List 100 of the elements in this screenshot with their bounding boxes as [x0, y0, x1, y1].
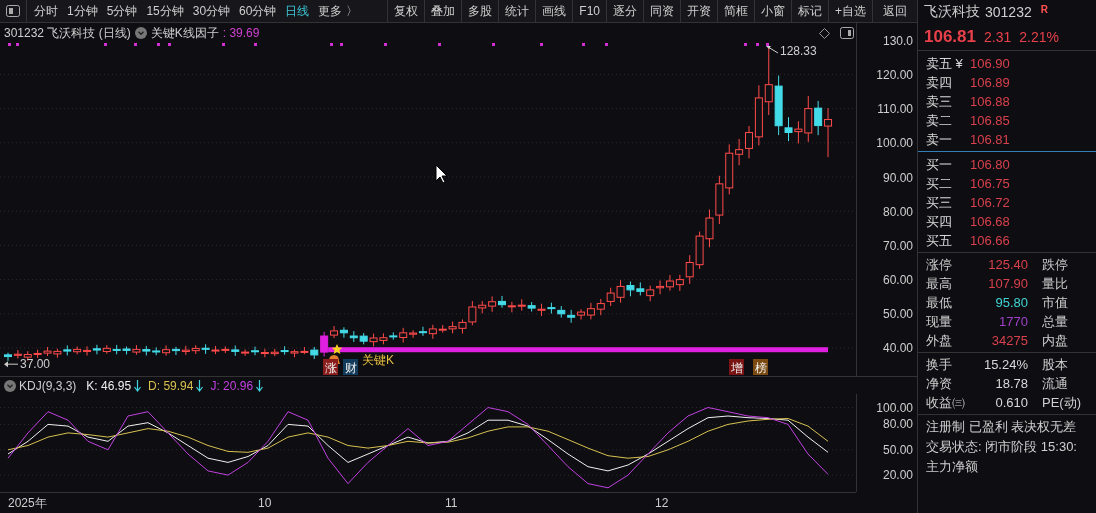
market-label: R — [1040, 3, 1048, 15]
period-tab[interactable]: 分时 — [34, 2, 58, 20]
period-tab[interactable]: 1分钟 — [67, 2, 98, 20]
stat-label: 股本 — [1041, 355, 1069, 374]
candlestick — [270, 348, 279, 357]
stat-value: 95.80 — [994, 295, 1028, 310]
indicator-name: 关键K线因子 — [150, 24, 219, 42]
candlestick — [112, 344, 121, 355]
toolbar-button[interactable]: 画线 — [535, 0, 573, 22]
kdj-value: J: 20.96 — [210, 378, 254, 393]
period-tab[interactable]: 日线 — [285, 2, 310, 20]
panel-icon[interactable] — [840, 27, 854, 39]
kdj-axis-label: 50.00 — [882, 441, 913, 458]
order-label: 买一 — [926, 155, 953, 174]
candlestick — [92, 344, 101, 355]
candlestick — [448, 321, 457, 334]
period-tab[interactable]: 5分钟 — [106, 2, 138, 20]
candlestick — [290, 348, 299, 358]
period-tab[interactable]: 15分钟 — [146, 2, 184, 20]
candlestick — [241, 348, 250, 357]
candlestick — [191, 344, 200, 355]
order-price: 106.66 — [970, 233, 1011, 248]
stat-label: 涨停 — [926, 255, 953, 274]
toolbar-button[interactable]: 叠加 — [424, 0, 462, 22]
candlestick — [577, 308, 586, 321]
toolbar-button[interactable]: 开资 — [680, 0, 717, 22]
candlestick — [369, 333, 378, 347]
diamond-icon[interactable] — [819, 27, 830, 39]
price-change-percent: 2.21% — [1019, 29, 1059, 45]
candlestick — [705, 208, 714, 248]
period-tab[interactable]: 30分钟 — [192, 2, 231, 20]
toolbar-button[interactable]: 返回 — [872, 0, 917, 22]
order-label: 卖三 — [926, 92, 953, 111]
signal-tag: 财 — [343, 359, 358, 375]
candlestick — [201, 343, 210, 355]
stat-label: PE(动) — [1041, 393, 1080, 412]
toolbar-button[interactable]: F10 — [572, 0, 606, 22]
order-price: 106.80 — [970, 157, 1011, 172]
candlestick — [211, 345, 220, 355]
kdj-value: K: 46.95 — [86, 378, 132, 393]
stock-name: 飞沃科技 — [924, 3, 980, 21]
candlestick — [636, 281, 645, 296]
toolbar-button[interactable]: 标记 — [791, 0, 828, 22]
stat-value: 107.90 — [987, 276, 1028, 291]
candlestick — [656, 279, 665, 295]
toolbar-button[interactable]: +自选 — [828, 0, 872, 22]
time-axis-label: 11 — [445, 496, 458, 510]
candlestick — [507, 301, 516, 313]
stat-value: 15.24% — [982, 357, 1028, 372]
toolbar-button[interactable]: 复权 — [387, 0, 425, 22]
toolbar-button[interactable]: 同资 — [643, 0, 680, 22]
stat-label: 收益㈢ — [926, 393, 966, 412]
chevron-icon[interactable] — [134, 27, 147, 39]
stat-label: 外盘 — [926, 331, 953, 350]
order-price: 106.72 — [970, 195, 1011, 210]
status-note: 注册制 已盈利 表决权无差 — [926, 418, 1078, 436]
order-label: 卖四 — [926, 73, 953, 92]
order-label: 买二 — [926, 174, 953, 193]
toolbar-button[interactable]: 统计 — [498, 0, 536, 22]
last-price: 106.81 — [924, 27, 976, 47]
stat-label: 跌停 — [1041, 255, 1069, 274]
candlestick — [181, 345, 190, 356]
time-axis-label: 10 — [258, 496, 272, 510]
kdj-axis-label: 100.00 — [876, 399, 913, 416]
candlestick — [280, 345, 289, 356]
star-icon — [331, 344, 343, 354]
candlestick — [488, 295, 497, 313]
price-axis-label: 40.00 — [881, 340, 914, 358]
candlestick — [162, 344, 171, 357]
toolbar-button[interactable]: 多股 — [461, 0, 499, 22]
period-tab[interactable]: 更多 〉 — [318, 2, 358, 20]
time-axis-label: 2025年 — [8, 496, 47, 510]
candlestick — [606, 287, 615, 307]
candlestick — [586, 302, 595, 320]
stat-label: 净资 — [926, 374, 953, 393]
toolbar-button[interactable]: 逐分 — [606, 0, 643, 22]
leader-line — [766, 46, 779, 54]
candlestick — [122, 346, 131, 355]
candlestick — [517, 298, 526, 312]
stat-label: 现量 — [926, 312, 953, 331]
price-axis-label: 100.00 — [875, 135, 914, 153]
order-price: 106.68 — [970, 214, 1011, 229]
chevron-icon[interactable] — [4, 379, 16, 392]
low-price-label: 37.00 — [20, 357, 51, 372]
status-note: 交易状态: 闭市阶段 15:30: — [926, 438, 1078, 456]
candlestick — [537, 303, 546, 317]
signal-tag: 增 — [729, 359, 744, 375]
order-label: 卖二 — [926, 111, 953, 130]
toolbar-button[interactable]: 小窗 — [754, 0, 791, 22]
leader-line — [4, 361, 19, 368]
down-arrow-icon — [256, 379, 264, 392]
stat-label: 最低 — [926, 293, 953, 312]
price-axis-label: 50.00 — [881, 306, 914, 324]
kdj-title: KDJ(9,3,3) — [19, 378, 77, 393]
toolbar-button[interactable]: 简框 — [717, 0, 754, 22]
candlestick — [814, 100, 823, 136]
price-axis-label: 80.00 — [881, 203, 914, 221]
period-tab[interactable]: 60分钟 — [239, 2, 277, 20]
candlestick — [764, 45, 773, 116]
candlestick — [695, 231, 704, 270]
